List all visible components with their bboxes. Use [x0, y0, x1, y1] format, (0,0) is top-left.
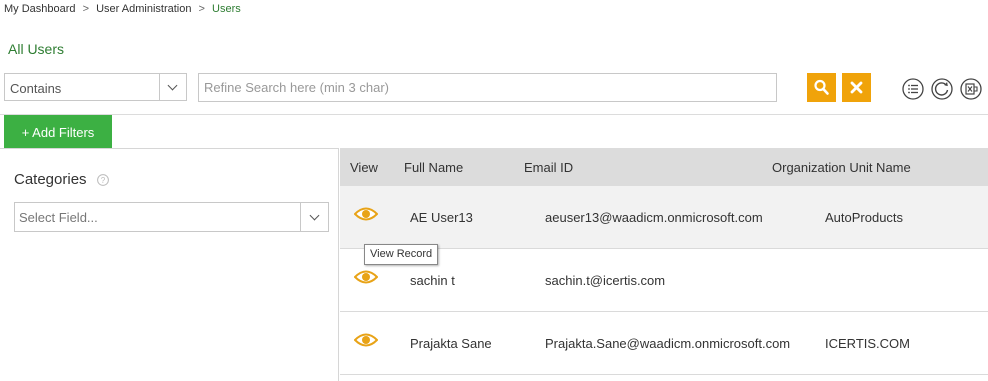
cell-email: Prajakta.Sane@waadicm.onmicrosoft.com [545, 336, 791, 351]
breadcrumb-item-user-administration[interactable]: User Administration [96, 3, 191, 15]
page-title: All Users [8, 41, 65, 57]
column-header-view[interactable]: View [350, 160, 378, 175]
cell-full-name: sachin t [410, 273, 455, 288]
refresh-icon[interactable] [931, 78, 953, 100]
excel-export-icon[interactable] [960, 78, 982, 100]
search-input[interactable] [198, 73, 777, 102]
breadcrumb-separator: > [198, 3, 205, 15]
column-header-org-unit[interactable]: Organization Unit Name [772, 160, 911, 175]
chevron-down-icon[interactable] [300, 203, 328, 231]
match-type-value: Contains [10, 81, 62, 96]
cell-full-name: Prajakta Sane [410, 336, 492, 351]
column-header-email[interactable]: Email ID [524, 160, 573, 175]
question-icon[interactable]: ? [97, 174, 109, 186]
breadcrumb-item-users: Users [212, 3, 241, 15]
list-icon[interactable] [902, 78, 924, 100]
eye-icon[interactable] [354, 269, 378, 285]
column-header-full-name[interactable]: Full Name [404, 160, 463, 175]
clear-search-button[interactable] [842, 73, 871, 102]
eye-icon[interactable] [354, 332, 378, 348]
cell-org-unit: AutoProducts [825, 210, 904, 225]
grid-header: View Full Name Email ID Organization Uni… [340, 148, 988, 186]
breadcrumb-item-dashboard[interactable]: My Dashboard [4, 3, 76, 15]
breadcrumb-separator: > [82, 3, 90, 15]
view-record-tooltip: View Record [364, 244, 439, 265]
categories-title: Categories [14, 171, 87, 188]
search-button[interactable] [807, 73, 836, 102]
eye-icon[interactable] [354, 206, 378, 222]
cell-org-unit: ICERTIS.COM [825, 336, 910, 351]
svg-text:?: ? [101, 176, 106, 185]
cell-email: aeuser13@waadicm.onmicrosoft.com [545, 210, 763, 225]
add-filters-button[interactable]: + Add Filters [4, 115, 112, 148]
table-row: Prajakta Sane Prajakta.Sane@waadicm.onmi… [340, 312, 988, 375]
table-row: AE User13 aeuser13@waadicm.onmicrosoft.c… [340, 186, 988, 249]
search-icon [814, 79, 829, 95]
categories-panel: Categories ? Select Field... [0, 148, 339, 381]
divider [0, 114, 988, 115]
cell-email: sachin.t@icertis.com [545, 273, 666, 288]
category-field-placeholder: Select Field... [19, 210, 98, 225]
cell-full-name: AE User13 [410, 210, 473, 225]
chevron-down-icon[interactable] [159, 74, 186, 100]
category-field-select[interactable]: Select Field... [14, 202, 329, 232]
breadcrumb: My Dashboard > User Administration > Use… [4, 3, 245, 15]
close-icon [850, 81, 863, 94]
match-type-select[interactable]: Contains [4, 73, 187, 101]
